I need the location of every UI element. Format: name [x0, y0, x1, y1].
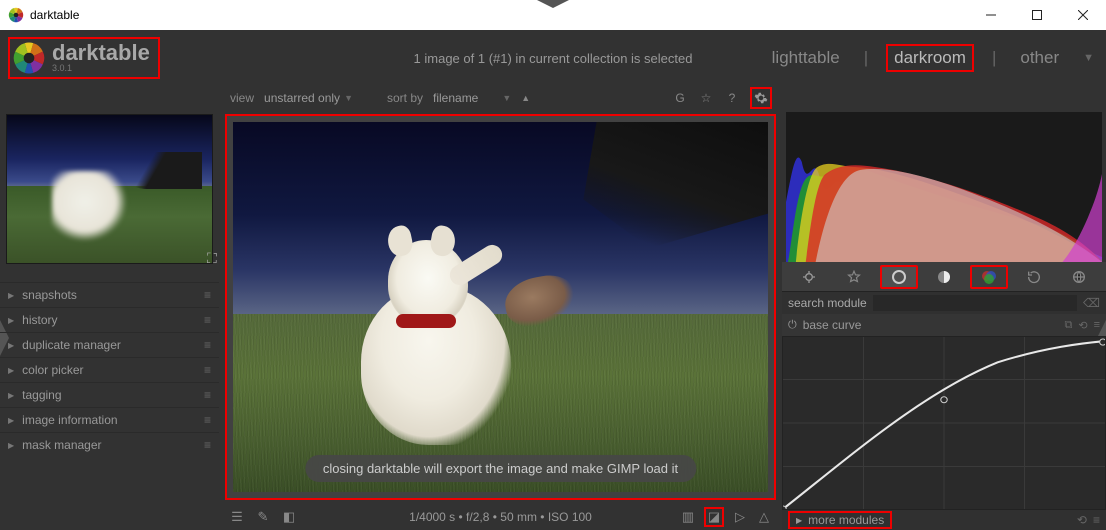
right-panel: search module ⌫ ⏻ base curve ⧉ ⟲ ≡ [782, 110, 1106, 530]
group-basic-icon[interactable] [880, 265, 918, 289]
histogram[interactable] [786, 112, 1102, 262]
module-mask-manager[interactable]: ▶mask manager≡ [0, 432, 219, 457]
toast-message: closing darktable will export the image … [305, 455, 696, 482]
nav-separator: | [992, 48, 996, 68]
view-nav: lighttable | darkroom | other ▼ [766, 44, 1094, 72]
nav-darkroom[interactable]: darkroom [886, 44, 974, 72]
more-modules-label: more modules [808, 513, 884, 527]
styles-icon[interactable]: ✎ [255, 509, 271, 525]
collapse-top-icon[interactable] [535, 0, 571, 8]
image-canvas-frame: closing darktable will export the image … [225, 114, 776, 500]
group-correct-icon[interactable] [1015, 265, 1053, 289]
window-title: darktable [30, 8, 79, 22]
left-module-list: ▶snapshots≡ ▶history≡ ▶duplicate manager… [0, 282, 219, 457]
group-color-icon[interactable] [970, 265, 1008, 289]
image-info: 1/4000 s • f/2,8 • 50 mm • ISO 100 [409, 510, 592, 524]
nav-separator: | [864, 48, 868, 68]
more-reset-icon[interactable]: ⟲ [1077, 513, 1087, 527]
group-active-icon[interactable] [790, 265, 828, 289]
logo-icon [12, 41, 46, 75]
group-favorites-icon[interactable] [835, 265, 873, 289]
softproof-icon[interactable]: ▷ [732, 509, 748, 525]
nav-dropdown-icon[interactable]: ▼ [1083, 52, 1094, 64]
module-power-icon[interactable]: ⏻ [788, 319, 797, 332]
module-color-picker[interactable]: ▶color picker≡ [0, 357, 219, 382]
star-filter-icon[interactable]: ☆ [698, 90, 714, 106]
navigation-thumbnail[interactable] [6, 114, 213, 264]
base-curve-graph[interactable] [782, 336, 1106, 510]
center-area: closing darktable will export the image … [219, 110, 782, 530]
group-tone-icon[interactable] [925, 265, 963, 289]
fullscreen-icon[interactable]: ⛶ [207, 250, 229, 272]
search-label: search module [788, 296, 867, 310]
nav-lighttable[interactable]: lighttable [766, 46, 846, 70]
expand-icon: ▶ [796, 516, 802, 525]
raw-overexposed-icon[interactable]: ▥ [680, 509, 696, 525]
gear-icon [754, 91, 768, 105]
module-groups [782, 262, 1106, 292]
module-instance-icon[interactable]: ⧉ [1065, 319, 1073, 332]
close-button[interactable] [1060, 0, 1106, 30]
view-dropdown[interactable]: unstarred only ▼ [264, 91, 353, 105]
module-image-information[interactable]: ▶image information≡ [0, 407, 219, 432]
sort-direction-icon[interactable]: ▲ [521, 93, 530, 103]
help-icon[interactable]: ? [724, 90, 740, 106]
left-panel: ⛶ ▶snapshots≡ ▶history≡ ▶duplicate manag… [0, 110, 219, 530]
gamut-check-icon[interactable]: △ [756, 509, 772, 525]
sort-dropdown[interactable]: filename ▼ [433, 91, 511, 105]
overexposed-icon: ◪ [706, 509, 722, 525]
logo-box: darktable 3.0.1 [8, 37, 160, 79]
app-icon [8, 7, 24, 23]
module-history[interactable]: ▶history≡ [0, 307, 219, 332]
view-label: view [230, 91, 254, 105]
sort-label: sort by [387, 91, 423, 105]
second-window-icon[interactable]: ◧ [281, 509, 297, 525]
module-header-base-curve[interactable]: ⏻ base curve ⧉ ⟲ ≡ [782, 314, 1106, 336]
top-bar: darktable 3.0.1 1 image of 1 (#1) in cur… [0, 30, 1106, 86]
module-duplicate-manager[interactable]: ▶duplicate manager≡ [0, 332, 219, 357]
more-modules-row[interactable]: ▶ more modules ⟲ ≡ [782, 510, 1106, 530]
module-title: base curve [803, 318, 862, 332]
more-presets-icon[interactable]: ≡ [1093, 513, 1100, 527]
selection-status: 1 image of 1 (#1) in current collection … [414, 51, 693, 66]
nav-other[interactable]: other [1014, 46, 1065, 70]
module-tagging[interactable]: ▶tagging≡ [0, 382, 219, 407]
preferences-button[interactable] [750, 87, 772, 109]
search-input[interactable] [873, 295, 1077, 311]
clear-search-icon[interactable]: ⌫ [1083, 296, 1100, 310]
maximize-button[interactable] [1014, 0, 1060, 30]
module-snapshots[interactable]: ▶snapshots≡ [0, 282, 219, 307]
overexposed-toggle[interactable]: ◪ [704, 507, 724, 527]
brand-name: darktable [52, 43, 150, 64]
brand-version: 3.0.1 [52, 63, 150, 73]
bottom-toolbar: ☰ ✎ ◧ 1/4000 s • f/2,8 • 50 mm • ISO 100… [219, 504, 782, 530]
group-effect-icon[interactable] [1060, 265, 1098, 289]
quick-presets-icon[interactable]: ☰ [229, 509, 245, 525]
search-module-row: search module ⌫ [782, 292, 1106, 314]
filter-bar: view unstarred only ▼ sort by filename ▼… [0, 86, 1106, 110]
grouping-icon[interactable]: G [672, 90, 688, 106]
image-canvas[interactable]: closing darktable will export the image … [233, 122, 768, 492]
minimize-button[interactable] [968, 0, 1014, 30]
module-reset-icon[interactable]: ⟲ [1078, 319, 1087, 332]
app-body: darktable 3.0.1 1 image of 1 (#1) in cur… [0, 30, 1106, 530]
